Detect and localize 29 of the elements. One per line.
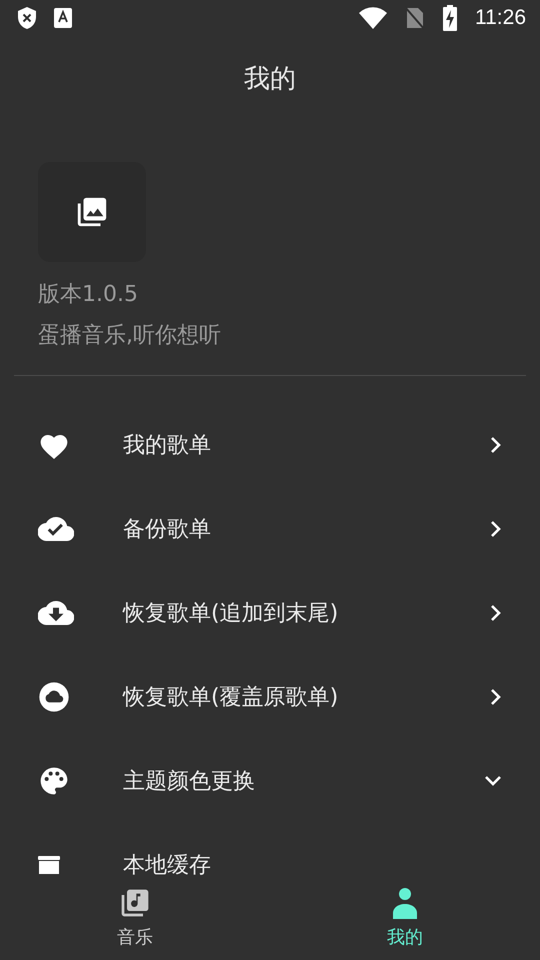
- archive-icon: [38, 856, 60, 874]
- wifi-icon: [359, 7, 387, 29]
- cloud-download-icon: [38, 600, 74, 626]
- nav-tab[interactable]: 音乐: [0, 876, 270, 960]
- photo-library-icon: [75, 195, 109, 229]
- battery-charging-icon: [443, 5, 457, 31]
- palette-icon: [38, 765, 70, 797]
- no-sim-icon: [405, 6, 425, 30]
- version-text: 版本1.0.5: [38, 281, 139, 309]
- menu-item[interactable]: 我的歌单: [0, 403, 540, 487]
- chevron-right-icon: [490, 436, 502, 454]
- cloud-check-icon: [38, 516, 74, 542]
- menu-item[interactable]: 恢复歌单(覆盖原歌单): [0, 655, 540, 739]
- menu-item[interactable]: 备份歌单: [0, 487, 540, 571]
- music-library-icon: [119, 887, 151, 919]
- menu-item[interactable]: 恢复歌单(追加到末尾): [0, 571, 540, 655]
- chevron-right-icon: [490, 688, 502, 706]
- page-title: 我的: [243, 62, 297, 96]
- keyboard-icon: [54, 8, 72, 28]
- tagline: 蛋播音乐,听你想听: [38, 322, 222, 350]
- person-icon: [390, 887, 420, 919]
- nav-tab[interactable]: 我的: [270, 876, 540, 960]
- chevron-right-icon: [490, 604, 502, 622]
- shield-icon: [18, 7, 36, 29]
- chevron-right-icon: [490, 520, 502, 538]
- menu-item[interactable]: 主题颜色更换: [0, 739, 540, 823]
- status-time: 11:26: [475, 6, 526, 30]
- cloud-icon: [38, 681, 70, 713]
- menu-item[interactable]: 本地缓存: [0, 823, 540, 876]
